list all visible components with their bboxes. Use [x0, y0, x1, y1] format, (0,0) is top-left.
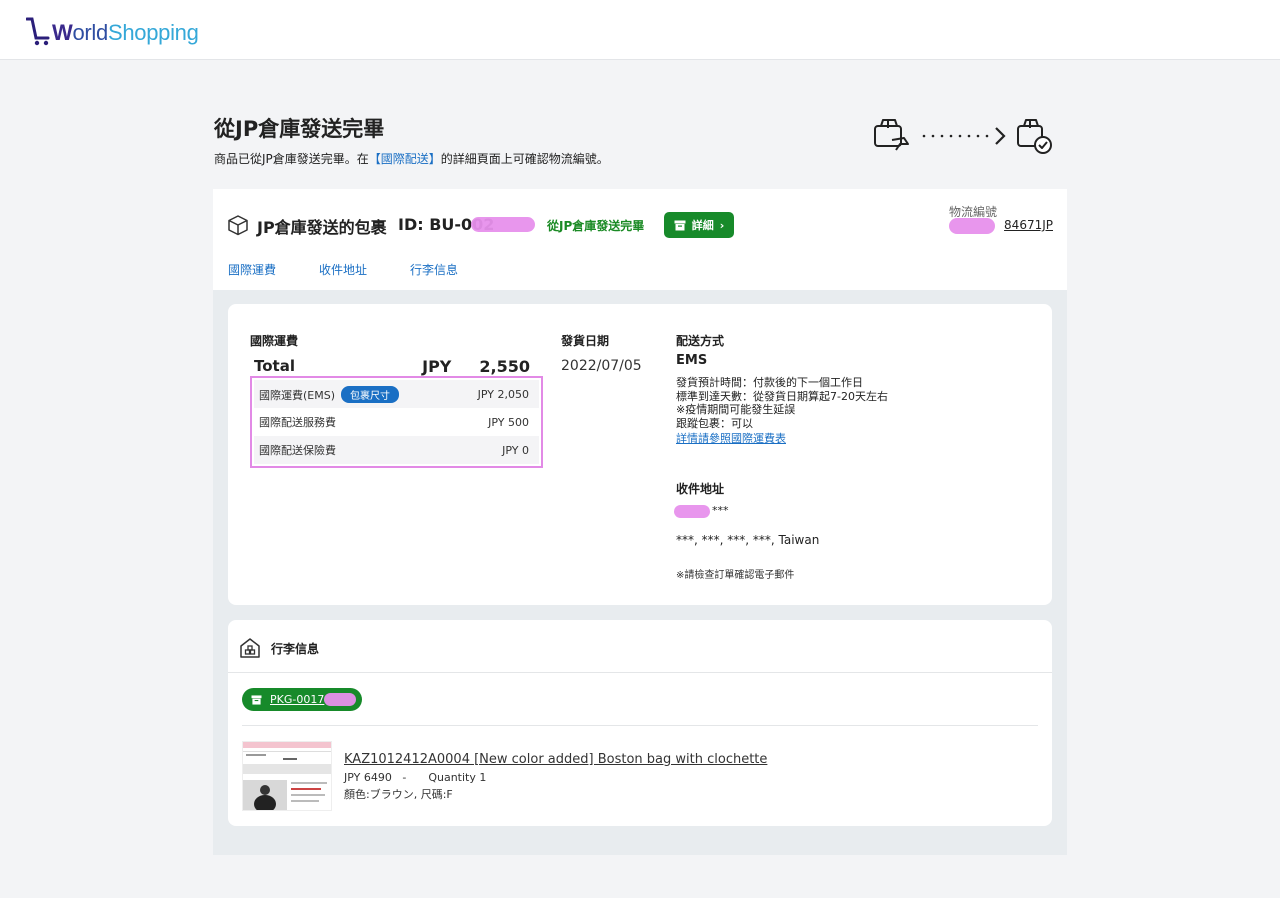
luggage-card: 行李信息 PKG-0017 KAZ1012412A0004 [New color…	[228, 620, 1052, 826]
international-shipping-link[interactable]: 【國際配送】	[369, 152, 441, 166]
worldshopping-logo[interactable]: WorldShopping	[26, 14, 199, 46]
item-price: JPY 6490 - Quantity 1	[344, 771, 487, 784]
page-subtitle: 商品已從JP倉庫發送完畢。在【國際配送】的詳細頁面上可確認物流編號。	[214, 152, 609, 166]
total-row: Total JPY 2,550	[254, 357, 530, 376]
item-options: 顏色:ブラウン, 尺碼:F	[344, 788, 453, 801]
redaction-mark	[471, 217, 535, 232]
ship-date-label: 發貨日期	[561, 334, 610, 348]
logo-text: WorldShopping	[52, 20, 199, 45]
delivery-method-label: 配送方式	[676, 334, 725, 348]
address-label: 收件地址	[676, 482, 725, 496]
address-line: ***, ***, ***, ***, Taiwan	[676, 533, 820, 547]
tab-luggage[interactable]: 行李信息	[410, 261, 458, 278]
divider	[228, 672, 1052, 673]
divider	[242, 725, 1038, 726]
archive-icon	[251, 694, 262, 705]
package-box-icon	[228, 215, 248, 236]
ship-date-value: 2022/07/05	[561, 358, 642, 374]
shipping-rate-table-link[interactable]: 詳情請參照國際運費表	[676, 430, 786, 446]
package-title: JP倉庫發送的包裹	[257, 218, 387, 237]
tab-address[interactable]: 收件地址	[319, 261, 367, 278]
fee-row: 國際配送服務費 JPY 500	[259, 415, 529, 430]
package-size-badge[interactable]: 包裹尺寸	[341, 385, 400, 403]
chevron-right-icon: ›	[719, 218, 725, 232]
shipping-fee-label: 國際運費	[250, 334, 299, 348]
shipping-info-card: 國際運費 Total JPY 2,550 國際運費(EMS) 包裹尺寸 JPY 2,…	[228, 304, 1052, 605]
fee-row: 國際運費(EMS) 包裹尺寸 JPY 2,050	[254, 380, 539, 408]
shipping-flow-icon	[874, 119, 1052, 154]
total-amount: JPY 2,550	[422, 357, 530, 376]
top-bar: WorldShopping	[0, 0, 1280, 60]
address-note: ※請檢查訂單確認電子郵件	[676, 570, 795, 581]
section-tabs: 國際運費 收件地址 行李信息	[228, 261, 458, 278]
product-thumbnail[interactable]	[242, 741, 332, 811]
warehouse-icon	[240, 638, 260, 658]
package-status: 從JP倉庫發送完畢	[547, 219, 645, 233]
address-name: ***	[712, 504, 729, 517]
archive-icon	[674, 220, 686, 230]
page-title: 從JP倉庫發送完畢	[214, 117, 385, 141]
tab-shipping-fee[interactable]: 國際運費	[228, 261, 276, 278]
item-title-link[interactable]: KAZ1012412A0004 [New color added] Boston…	[344, 752, 767, 767]
fee-row: 國際配送保險費 JPY 0	[254, 436, 539, 464]
delivery-details: 發貨預計時間：付款後的下一個工作日 標準到達天數：從發貨日期算起7-20天左右 …	[676, 376, 888, 430]
redaction-mark	[324, 693, 356, 706]
package-header: JP倉庫發送的包裹 ID: BU-002 從JP倉庫發送完畢 詳細 › 物流編號…	[213, 189, 1067, 290]
package-panel: JP倉庫發送的包裹 ID: BU-002 從JP倉庫發送完畢 詳細 › 物流編號…	[213, 189, 1067, 855]
delivery-method: EMS	[676, 353, 708, 368]
fee-breakdown: 國際運費(EMS) 包裹尺寸 JPY 2,050 國際配送服務費 JPY 500 …	[250, 376, 543, 468]
redaction-mark	[674, 505, 710, 518]
detail-button[interactable]: 詳細 ›	[664, 212, 734, 238]
redaction-mark	[949, 218, 995, 234]
luggage-title: 行李信息	[271, 642, 320, 656]
cart-logo-icon	[26, 17, 50, 46]
